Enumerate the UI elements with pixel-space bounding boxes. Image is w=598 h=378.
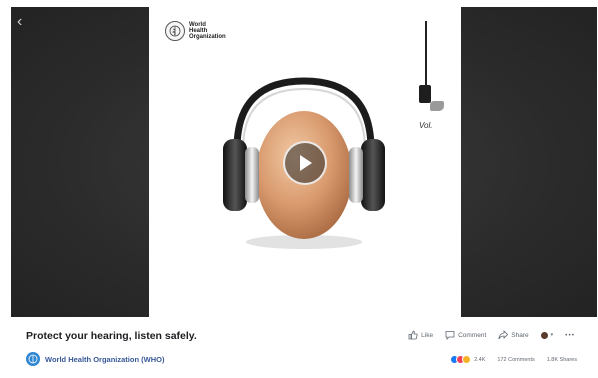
haha-reaction-icon bbox=[462, 355, 472, 364]
volume-track bbox=[425, 21, 427, 93]
chevron-down-icon: ▾ bbox=[550, 332, 554, 338]
who-emblem-icon bbox=[28, 354, 38, 364]
page-avatar-icon bbox=[540, 331, 548, 339]
hand-icon bbox=[430, 101, 444, 111]
post-info-bar: Protect your hearing, listen safely. Lik… bbox=[20, 318, 585, 378]
play-button[interactable] bbox=[283, 141, 327, 185]
post-actions: Like Comment Share ▾ ••• bbox=[408, 330, 575, 340]
author-name-link[interactable]: World Health Organization (WHO) bbox=[45, 355, 164, 364]
comment-bubble-icon bbox=[445, 331, 455, 340]
post-title: Protect your hearing, listen safely. bbox=[26, 330, 197, 342]
video-frame[interactable]: World Health Organization Vol. bbox=[149, 7, 461, 317]
video-viewer: ‹ World Health Organization Vol. bbox=[11, 7, 597, 317]
share-arrow-icon bbox=[498, 330, 509, 340]
shares-count[interactable]: 1.8K Shares bbox=[547, 357, 577, 363]
comment-button[interactable]: Comment bbox=[445, 330, 486, 340]
like-label: Like bbox=[421, 331, 434, 339]
like-button[interactable]: Like bbox=[408, 330, 433, 340]
volume-knob bbox=[419, 85, 431, 103]
share-as-page-selector[interactable]: ▾ bbox=[540, 331, 554, 339]
reactions-count: 2.4K bbox=[474, 356, 486, 363]
comment-label: Comment bbox=[458, 331, 487, 339]
who-avatar[interactable] bbox=[26, 352, 40, 366]
who-logo: World Health Organization bbox=[165, 21, 226, 41]
share-label: Share bbox=[511, 331, 529, 339]
volume-label: Vol. bbox=[419, 121, 433, 130]
back-chevron-icon[interactable]: ‹ bbox=[17, 14, 29, 30]
who-logo-text: World Health Organization bbox=[189, 22, 226, 40]
post-stats: 2.4K 172 Comments 1.8K Shares bbox=[450, 355, 577, 364]
thumbs-up-icon bbox=[408, 330, 418, 340]
share-button[interactable]: Share bbox=[498, 330, 529, 340]
reactions-summary[interactable]: 2.4K bbox=[450, 355, 485, 364]
comments-count[interactable]: 172 Comments bbox=[497, 357, 534, 363]
play-icon bbox=[300, 155, 312, 171]
post-author: World Health Organization (WHO) bbox=[26, 352, 164, 366]
who-emblem-icon bbox=[165, 21, 185, 41]
more-dots-icon[interactable]: ••• bbox=[565, 332, 575, 339]
